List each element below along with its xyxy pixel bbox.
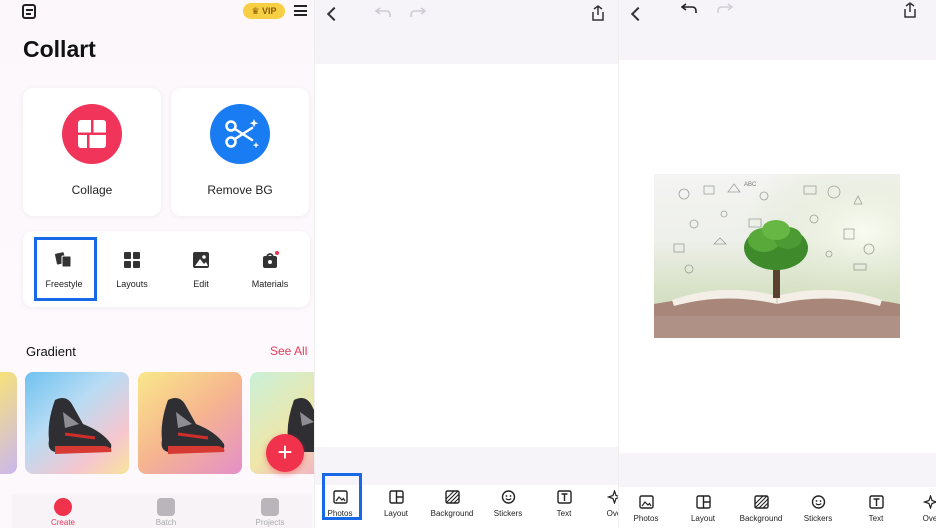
sneaker-image xyxy=(48,398,112,454)
background-icon xyxy=(753,495,769,509)
toolbar-layout-label: Layout xyxy=(690,514,716,523)
toolbar-overlay[interactable]: Ove xyxy=(902,489,936,523)
gradient-thumbnail[interactable] xyxy=(138,372,242,474)
toolbar-stickers-label: Stickers xyxy=(493,509,523,518)
toolbar-stickers-label: Stickers xyxy=(803,514,833,523)
text-icon xyxy=(556,490,572,504)
collage-card[interactable]: Collage xyxy=(23,88,161,216)
bottom-nav: Create Batch Projects xyxy=(12,494,312,528)
nav-batch[interactable]: Batch xyxy=(136,498,196,527)
layout-icon xyxy=(695,495,711,509)
layouts-icon xyxy=(123,251,141,269)
create-icon xyxy=(54,498,72,516)
nav-batch-label: Batch xyxy=(155,518,177,527)
home-screen: ♛ VIP Collart Collage Remove BG Freestyl… xyxy=(0,0,314,528)
editor-toolbar: Photos Layout Background Stickers Text O… xyxy=(619,489,936,528)
toolbar-layout[interactable]: Layout xyxy=(675,489,731,523)
toolbar-overlay-label: Ove xyxy=(606,509,618,518)
app-title: Collart xyxy=(23,36,96,62)
batch-icon xyxy=(157,498,175,516)
collage-label: Collage xyxy=(71,183,113,197)
editor-empty-screen: Photos Layout Background Stickers Text O… xyxy=(314,0,618,528)
stickers-icon xyxy=(501,490,515,504)
canvas-photo[interactable]: ABC xyxy=(654,174,900,338)
back-icon[interactable] xyxy=(326,6,342,22)
editor-image-screen: ABC Photos Layout Background Stickers Te… xyxy=(618,0,936,528)
freestyle-highlight xyxy=(34,237,97,301)
back-icon[interactable] xyxy=(630,6,646,22)
editor-top-bar xyxy=(619,0,936,60)
text-icon xyxy=(868,495,884,509)
background-icon xyxy=(444,490,460,504)
nav-create-label: Create xyxy=(50,518,75,527)
toolbar-overlay-label: Ove xyxy=(922,514,936,523)
undo-icon[interactable] xyxy=(681,2,697,14)
materials-label: Materials xyxy=(251,279,289,289)
toolbar-text[interactable]: Text xyxy=(848,489,904,523)
overlay-sparkle-icon xyxy=(606,490,618,504)
remove-bg-card[interactable]: Remove BG xyxy=(171,88,309,216)
nav-create[interactable]: Create xyxy=(33,498,93,527)
toolbar-text-label: Text xyxy=(868,514,884,523)
toolbar-text[interactable]: Text xyxy=(536,484,592,518)
tool-layouts[interactable]: Layouts xyxy=(99,231,165,307)
edit-label: Edit xyxy=(193,279,209,289)
toolbar-background[interactable]: Background xyxy=(733,489,789,523)
gradient-thumbnail[interactable] xyxy=(0,372,17,474)
gradient-thumbnail[interactable] xyxy=(25,372,129,474)
vip-label: VIP xyxy=(262,6,277,16)
tool-materials[interactable]: Materials xyxy=(237,231,303,307)
toolbar-photos[interactable]: Photos xyxy=(619,489,674,523)
toolbar-stickers[interactable]: Stickers xyxy=(790,489,846,523)
share-icon[interactable] xyxy=(903,2,917,18)
scissors-icon xyxy=(210,104,270,164)
tool-edit[interactable]: Edit xyxy=(168,231,234,307)
toolbar-background[interactable]: Background xyxy=(424,484,480,518)
redo-icon[interactable] xyxy=(410,6,426,18)
overlay-sparkle-icon xyxy=(922,495,936,509)
toolbar-photos-label: Photos xyxy=(633,514,659,523)
home-top-bar: ♛ VIP xyxy=(0,0,314,24)
vip-badge[interactable]: ♛ VIP xyxy=(243,3,285,19)
sneaker-image xyxy=(161,398,225,454)
toolbar-layout[interactable]: Layout xyxy=(368,484,424,518)
image-icon xyxy=(192,251,210,269)
editor-top-bar xyxy=(315,0,618,64)
toolbar-text-label: Text xyxy=(556,509,572,518)
toolbar-overlay[interactable]: Ove xyxy=(586,484,618,518)
tree-book-photo: ABC xyxy=(654,174,900,338)
svg-text:ABC: ABC xyxy=(744,182,757,188)
remove-bg-label: Remove BG xyxy=(207,183,273,197)
gradient-section-title: Gradient xyxy=(26,344,76,359)
collage-icon xyxy=(62,104,122,164)
hamburger-menu-icon[interactable] xyxy=(294,5,307,16)
materials-bag-icon xyxy=(261,251,279,269)
add-fab-button[interactable]: + xyxy=(266,434,304,472)
toolbar-stickers[interactable]: Stickers xyxy=(480,484,536,518)
toolbar-layout-label: Layout xyxy=(383,509,409,518)
edit-note-icon[interactable] xyxy=(22,4,36,19)
nav-projects-label: Projects xyxy=(255,518,285,527)
layout-icon xyxy=(388,490,404,504)
see-all-link[interactable]: See All xyxy=(270,344,307,358)
toolbar-background-label: Background xyxy=(739,514,783,523)
redo-icon[interactable] xyxy=(717,2,733,14)
projects-icon xyxy=(261,498,279,516)
toolbar-background-label: Background xyxy=(430,509,474,518)
stickers-icon xyxy=(811,495,825,509)
editor-bottom-band xyxy=(619,453,936,487)
photos-highlight xyxy=(322,473,362,520)
layouts-label: Layouts xyxy=(116,279,148,289)
share-icon[interactable] xyxy=(591,5,605,21)
nav-projects[interactable]: Projects xyxy=(240,498,300,527)
photos-icon xyxy=(638,495,654,509)
undo-icon[interactable] xyxy=(375,6,391,18)
